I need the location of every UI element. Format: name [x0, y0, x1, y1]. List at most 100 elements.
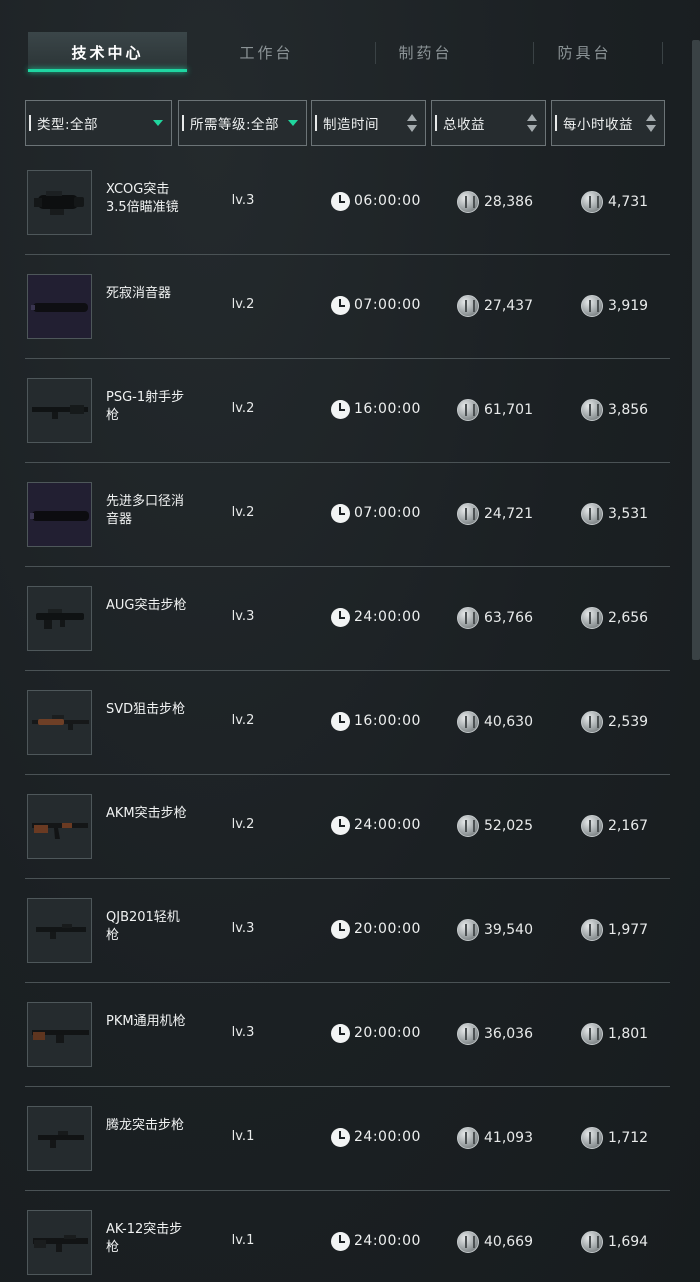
clock-icon: [331, 607, 350, 627]
clock-icon: [331, 1127, 350, 1147]
silencer-icon: [27, 482, 92, 547]
level-filter-dropdown[interactable]: 所需等级:全部: [178, 100, 307, 146]
list-item[interactable]: 先进多口径消音器 lv.2 07:00:00 24,721 3,531: [25, 463, 670, 567]
clock-icon: [331, 295, 350, 315]
craft-time: 20:00:00: [331, 1023, 421, 1043]
item-name: PSG-1射手步枪: [106, 390, 185, 423]
rifle-icon: [27, 898, 92, 963]
list-item[interactable]: QJB201轻机枪 lv.3 20:00:00 39,540 1,977: [25, 879, 670, 983]
time-sort-button[interactable]: 制造时间: [311, 100, 426, 146]
caret-down-icon: [288, 120, 298, 126]
hourly-profit-sort-button[interactable]: 每小时收益: [551, 100, 665, 146]
coin-icon: [581, 1231, 603, 1253]
clock-icon: [331, 919, 350, 939]
total-profit: 39,540: [457, 919, 533, 941]
sort-icon: [646, 114, 656, 134]
rifle-icon: [27, 378, 92, 443]
craft-time: 24:00:00: [331, 815, 421, 835]
list-item[interactable]: AK-12突击步枪 lv.1 24:00:00 40,669 1,694: [25, 1191, 670, 1282]
craft-time: 24:00:00: [331, 607, 421, 627]
coin-icon: [457, 607, 479, 629]
total-profit-sort-button[interactable]: 总收益: [431, 100, 546, 146]
tab-armor[interactable]: 防具台: [505, 32, 664, 72]
craft-time-value: 20:00:00: [354, 1025, 421, 1041]
item-level: lv.2: [231, 505, 255, 520]
hourly-profit: 1,801: [581, 1023, 648, 1045]
craft-time: 06:00:00: [331, 191, 421, 211]
list-item[interactable]: AKM突击步枪 lv.2 24:00:00 52,025 2,167: [25, 775, 670, 879]
total-profit: 24,721: [457, 503, 533, 525]
tab-divider: [533, 42, 534, 64]
total-profit: 28,386: [457, 191, 533, 213]
hourly-profit-value: 2,167: [608, 818, 649, 834]
craft-time: 24:00:00: [331, 1231, 421, 1251]
tab-tech-center[interactable]: 技术中心: [28, 32, 187, 72]
coin-icon: [457, 919, 479, 941]
hourly-profit-value: 3,531: [608, 506, 649, 522]
hourly-profit-value: 1,712: [608, 1130, 649, 1146]
list-item[interactable]: 腾龙突击步枪 lv.1 24:00:00 41,093 1,712: [25, 1087, 670, 1191]
total-profit-value: 39,540: [484, 922, 533, 938]
item-name: XCOG突击3.5倍瞄准镜: [106, 182, 179, 215]
filter-marker: [435, 115, 437, 131]
item-name: 先进多口径消音器: [106, 494, 185, 527]
item-level: lv.2: [231, 401, 255, 416]
sniper-icon: [27, 690, 92, 755]
coin-icon: [457, 399, 479, 421]
total-profit: 40,669: [457, 1231, 533, 1253]
tab-workbench[interactable]: 工作台: [187, 32, 346, 72]
craft-time-value: 07:00:00: [354, 297, 421, 313]
coin-icon: [581, 1127, 603, 1149]
hourly-profit-value: 1,801: [608, 1026, 649, 1042]
item-name: QJB201轻机枪: [106, 910, 180, 943]
silencer-icon: [27, 274, 92, 339]
list-item[interactable]: PKM通用机枪 lv.3 20:00:00 36,036 1,801: [25, 983, 670, 1087]
filter-bar: 类型:全部 所需等级:全部 制造时间 总收益 每小时收益: [25, 100, 665, 146]
clock-icon: [331, 711, 350, 731]
sort-icon: [407, 114, 417, 134]
craft-time-value: 24:00:00: [354, 1129, 421, 1145]
coin-icon: [457, 1023, 479, 1045]
item-level: lv.3: [231, 193, 255, 208]
total-profit: 36,036: [457, 1023, 533, 1045]
list-item[interactable]: 死寂消音器 lv.2 07:00:00 27,437 3,919: [25, 255, 670, 359]
list-item[interactable]: AUG突击步枪 lv.3 24:00:00 63,766 2,656: [25, 567, 670, 671]
item-name: 死寂消音器: [106, 286, 172, 301]
craft-time-value: 24:00:00: [354, 817, 421, 833]
item-level: lv.2: [231, 713, 255, 728]
item-level: lv.2: [231, 297, 255, 312]
list-item[interactable]: PSG-1射手步枪 lv.2 16:00:00 61,701 3,856: [25, 359, 670, 463]
total-profit-value: 63,766: [484, 610, 533, 626]
craft-time: 16:00:00: [331, 711, 421, 731]
time-sort-label: 制造时间: [323, 117, 379, 133]
type-filter-dropdown[interactable]: 类型:全部: [25, 100, 172, 146]
coin-icon: [581, 711, 603, 733]
level-filter-label: 所需等级:全部: [190, 117, 280, 133]
list-item[interactable]: SVD狙击步枪 lv.2 16:00:00 40,630 2,539: [25, 671, 670, 775]
total-profit: 52,025: [457, 815, 533, 837]
hourly-profit-value: 3,856: [608, 402, 649, 418]
scrollbar[interactable]: [692, 40, 700, 660]
craft-time-value: 16:00:00: [354, 713, 421, 729]
hourly-profit-value: 3,919: [608, 298, 649, 314]
total-profit-value: 61,701: [484, 402, 533, 418]
tab-pharmacy[interactable]: 制药台: [346, 32, 505, 72]
rifle-icon: [27, 1106, 92, 1171]
item-name: PKM通用机枪: [106, 1014, 186, 1029]
item-level: lv.2: [231, 817, 255, 832]
hourly-profit-sort-label: 每小时收益: [563, 117, 633, 133]
total-profit-value: 24,721: [484, 506, 533, 522]
item-level: lv.3: [231, 609, 255, 624]
coin-icon: [457, 503, 479, 525]
coin-icon: [581, 503, 603, 525]
list-item[interactable]: XCOG突击3.5倍瞄准镜 lv.3 06:00:00 28,386 4,731: [25, 151, 670, 255]
hourly-profit: 2,539: [581, 711, 648, 733]
total-profit-value: 40,669: [484, 1234, 533, 1250]
total-profit-value: 28,386: [484, 194, 533, 210]
total-profit-value: 40,630: [484, 714, 533, 730]
craft-time-value: 07:00:00: [354, 505, 421, 521]
hourly-profit: 1,694: [581, 1231, 648, 1253]
item-name: SVD狙击步枪: [106, 702, 186, 717]
hourly-profit: 3,856: [581, 399, 648, 421]
item-level: lv.3: [231, 1025, 255, 1040]
